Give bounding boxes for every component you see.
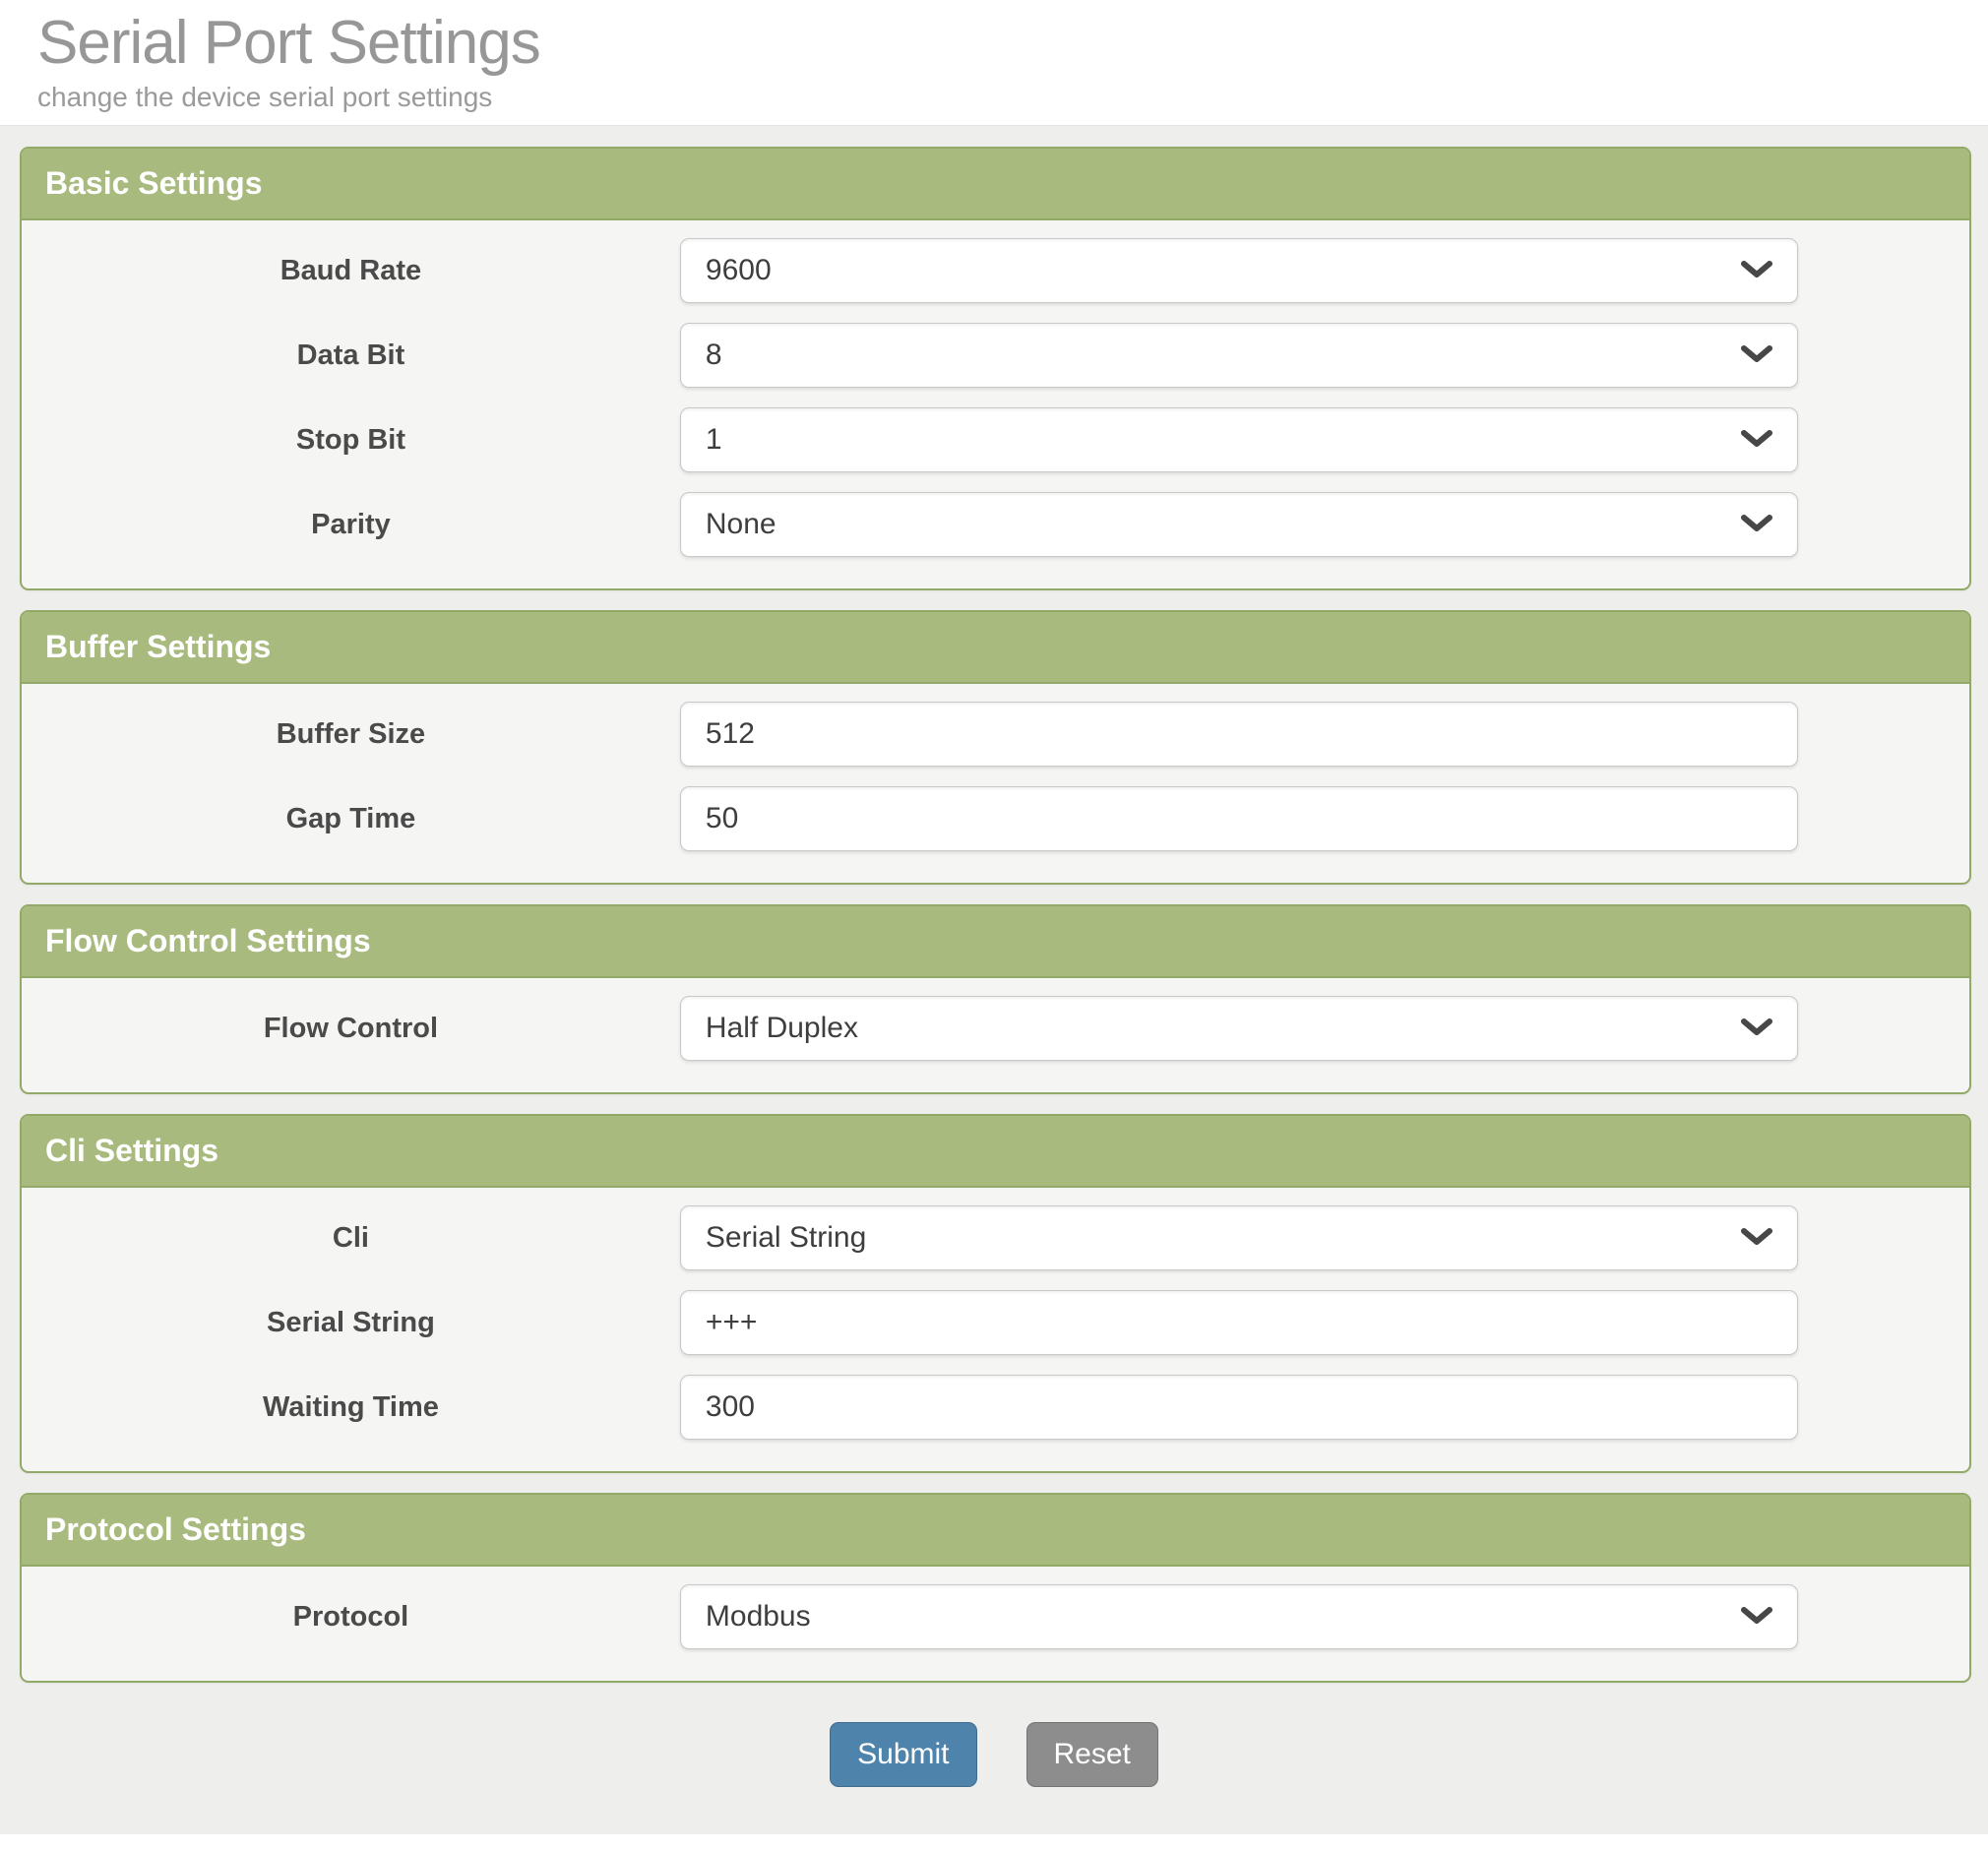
selected-value: Serial String bbox=[705, 1221, 867, 1254]
control-cell bbox=[679, 1290, 1798, 1355]
cli-settings-body: Cli Serial String Serial String Waiting Tim… bbox=[22, 1188, 1969, 1471]
selected-value: 8 bbox=[705, 339, 722, 371]
data-bit-select[interactable]: 8 bbox=[679, 323, 1798, 388]
basic-settings-heading: Basic Settings bbox=[22, 149, 1969, 220]
protocol-settings-heading: Protocol Settings bbox=[22, 1495, 1969, 1567]
selected-value: Half Duplex bbox=[705, 1012, 858, 1044]
baud-rate-label: Baud Rate bbox=[280, 254, 422, 286]
form-row: Cli Serial String bbox=[22, 1205, 1969, 1270]
form-row: Stop Bit 1 bbox=[22, 407, 1969, 472]
parity-select[interactable]: None bbox=[679, 492, 1798, 557]
form-row: Data Bit 8 bbox=[22, 323, 1969, 388]
chevron-down-icon bbox=[1740, 1221, 1773, 1255]
buffer-settings-panel: Buffer Settings Buffer Size Gap Time bbox=[20, 610, 1971, 885]
control-cell: None bbox=[679, 492, 1798, 557]
control-cell bbox=[679, 1375, 1798, 1440]
basic-settings-body: Baud Rate 9600 Data Bit 8 Stop Bit 1 Parity Non… bbox=[22, 220, 1969, 588]
buffer-size-label: Buffer Size bbox=[276, 717, 426, 750]
chevron-down-icon bbox=[1740, 339, 1773, 372]
page-subtitle: change the device serial port settings bbox=[37, 82, 493, 112]
chevron-down-icon bbox=[1740, 423, 1773, 457]
form-row: Flow Control Half Duplex bbox=[22, 996, 1969, 1061]
page-header: Serial Port Settings change the device s… bbox=[0, 0, 1988, 126]
cli-label: Cli bbox=[332, 1221, 369, 1254]
control-cell: 1 bbox=[679, 407, 1798, 472]
form-row: Protocol Modbus bbox=[22, 1584, 1969, 1649]
stop-bit-label: Stop Bit bbox=[295, 423, 406, 456]
gap-time-input[interactable] bbox=[679, 786, 1798, 851]
waiting-time-input[interactable] bbox=[679, 1375, 1798, 1440]
control-cell: Modbus bbox=[679, 1584, 1798, 1649]
flow-control-select[interactable]: Half Duplex bbox=[679, 996, 1798, 1061]
protocol-settings-body: Protocol Modbus bbox=[22, 1567, 1969, 1681]
data-bit-label: Data Bit bbox=[296, 339, 405, 371]
flow-control-settings-body: Flow Control Half Duplex bbox=[22, 978, 1969, 1092]
waiting-time-label: Waiting Time bbox=[263, 1390, 439, 1423]
chevron-down-icon bbox=[1740, 254, 1773, 287]
selected-value: None bbox=[705, 508, 777, 540]
protocol-settings-panel: Protocol Settings Protocol Modbus bbox=[20, 1493, 1971, 1683]
form-row: Serial String bbox=[22, 1290, 1969, 1355]
control-cell bbox=[679, 786, 1798, 851]
form-row: Baud Rate 9600 bbox=[22, 238, 1969, 303]
protocol-label: Protocol bbox=[292, 1600, 409, 1633]
gap-time-label: Gap Time bbox=[285, 802, 416, 834]
selected-value: 9600 bbox=[705, 254, 772, 286]
control-cell: Serial String bbox=[679, 1205, 1798, 1270]
basic-settings-panel: Basic Settings Baud Rate 9600 Data Bit 8 Stop… bbox=[20, 147, 1971, 590]
cli-select[interactable]: Serial String bbox=[679, 1205, 1798, 1270]
settings-form: Basic Settings Baud Rate 9600 Data Bit 8 Stop… bbox=[0, 126, 1988, 1683]
selected-value: 1 bbox=[705, 423, 722, 456]
flow-control-settings-panel: Flow Control Settings Flow Control Half Du… bbox=[20, 904, 1971, 1094]
chevron-down-icon bbox=[1740, 508, 1773, 541]
chevron-down-icon bbox=[1740, 1600, 1773, 1634]
buffer-settings-heading: Buffer Settings bbox=[22, 612, 1969, 684]
control-cell: 8 bbox=[679, 323, 1798, 388]
reset-button[interactable]: Reset bbox=[1025, 1722, 1158, 1787]
selected-value: Modbus bbox=[705, 1600, 811, 1633]
form-row: Parity None bbox=[22, 492, 1969, 557]
control-cell: Half Duplex bbox=[679, 996, 1798, 1061]
serial-string-input[interactable] bbox=[679, 1290, 1798, 1355]
form-row: Gap Time bbox=[22, 786, 1969, 851]
stop-bit-select[interactable]: 1 bbox=[679, 407, 1798, 472]
flow-control-label: Flow Control bbox=[263, 1012, 439, 1044]
buffer-settings-body: Buffer Size Gap Time bbox=[22, 684, 1969, 883]
page-title: Serial Port Settings bbox=[37, 9, 541, 77]
serial-string-label: Serial String bbox=[267, 1306, 435, 1338]
buffer-size-input[interactable] bbox=[679, 702, 1798, 767]
control-cell bbox=[679, 702, 1798, 767]
protocol-select[interactable]: Modbus bbox=[679, 1584, 1798, 1649]
parity-label: Parity bbox=[311, 508, 391, 540]
baud-rate-select[interactable]: 9600 bbox=[679, 238, 1798, 303]
form-actions: Submit Reset bbox=[0, 1722, 1988, 1787]
cli-settings-panel: Cli Settings Cli Serial String Serial Strin… bbox=[20, 1114, 1971, 1473]
chevron-down-icon bbox=[1740, 1012, 1773, 1045]
submit-button[interactable]: Submit bbox=[830, 1722, 977, 1787]
page-footer bbox=[0, 1834, 1988, 1850]
form-row: Waiting Time bbox=[22, 1375, 1969, 1440]
control-cell: 9600 bbox=[679, 238, 1798, 303]
cli-settings-heading: Cli Settings bbox=[22, 1116, 1969, 1188]
flow-control-settings-heading: Flow Control Settings bbox=[22, 906, 1969, 978]
form-row: Buffer Size bbox=[22, 702, 1969, 767]
